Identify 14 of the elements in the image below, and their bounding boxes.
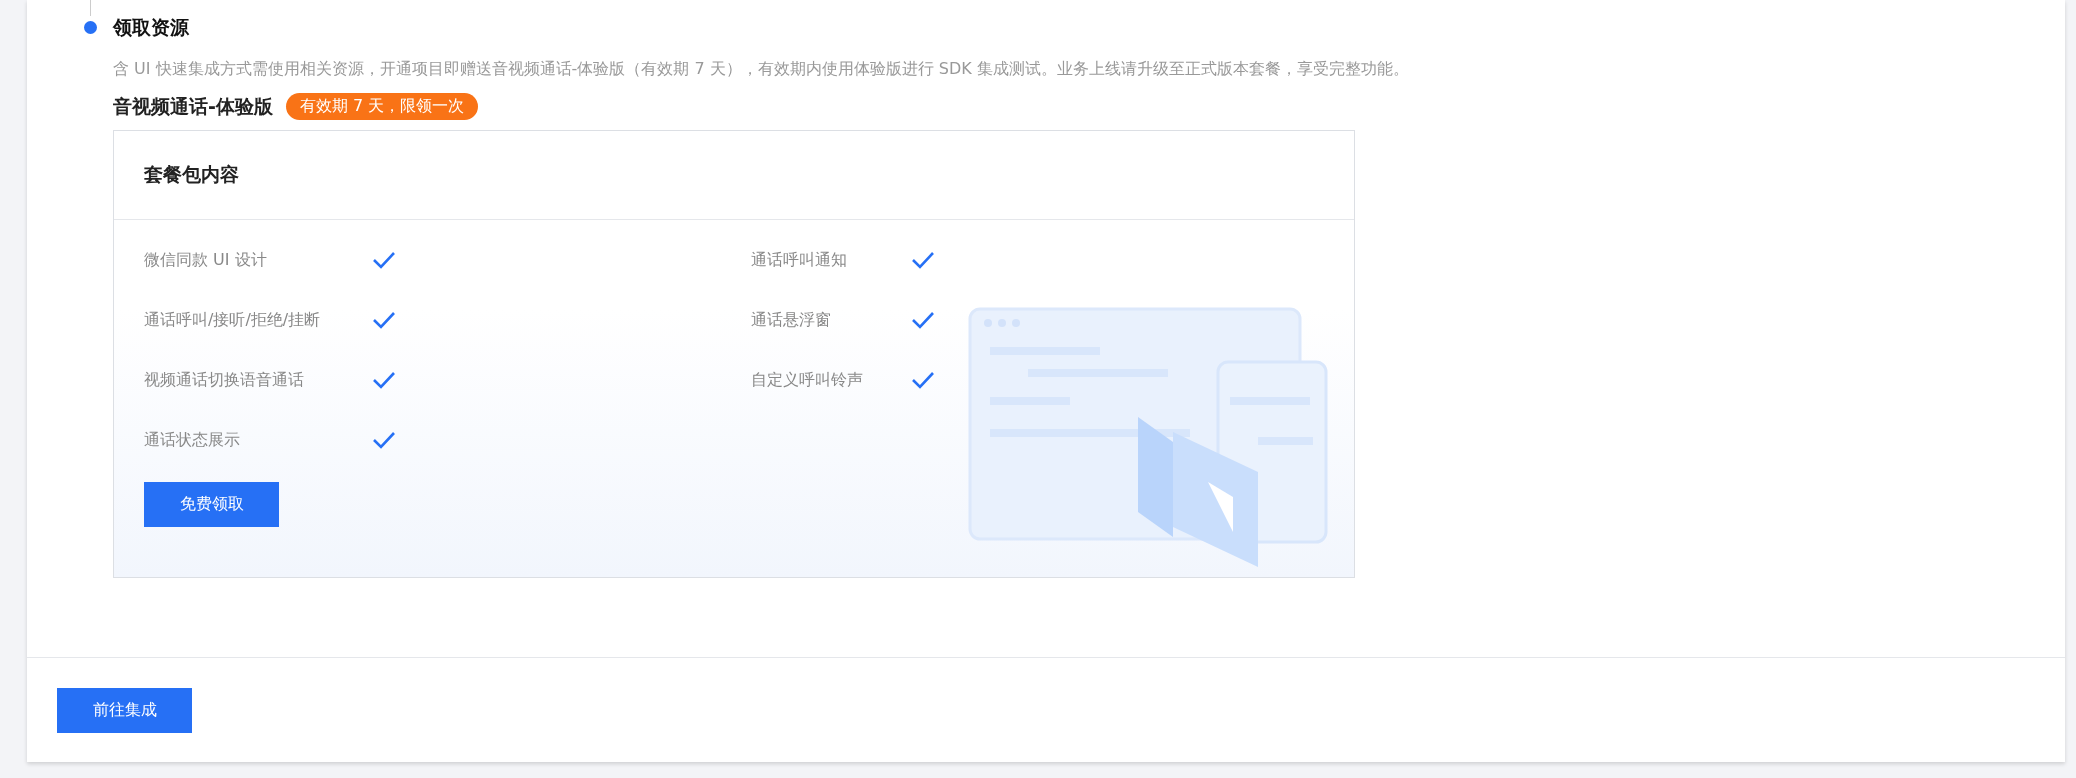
integrate-button[interactable]: 前往集成 [57,688,192,733]
feature-label: 通话呼叫通知 [751,249,848,271]
feature-label: 自定义呼叫铃声 [751,369,864,391]
feature-label: 视频通话切换语音通话 [144,369,305,391]
feature-label: 通话悬浮窗 [751,309,832,331]
validity-badge: 有效期 7 天，限领一次 [285,93,479,120]
feature-label: 通话状态展示 [144,429,241,451]
feature-label: 微信同款 UI 设计 [144,249,268,271]
step-description: 含 UI 快速集成方式需使用相关资源，开通项目即赠送音视频通话-体验版（有效期 7 天），有效期内使用体验版进行 SDK 集成测试。业务上线请升级至正式版本套餐，享受完整功能。 [113,58,1409,80]
feature-label: 通话呼叫/接听/拒绝/挂断 [144,309,322,331]
claim-button[interactable]: 免费领取 [144,482,279,527]
step-title: 领取资源 [113,15,190,40]
card-title: 套餐包内容 [144,162,239,187]
package-name: 音视频通话-体验版 [113,93,273,119]
